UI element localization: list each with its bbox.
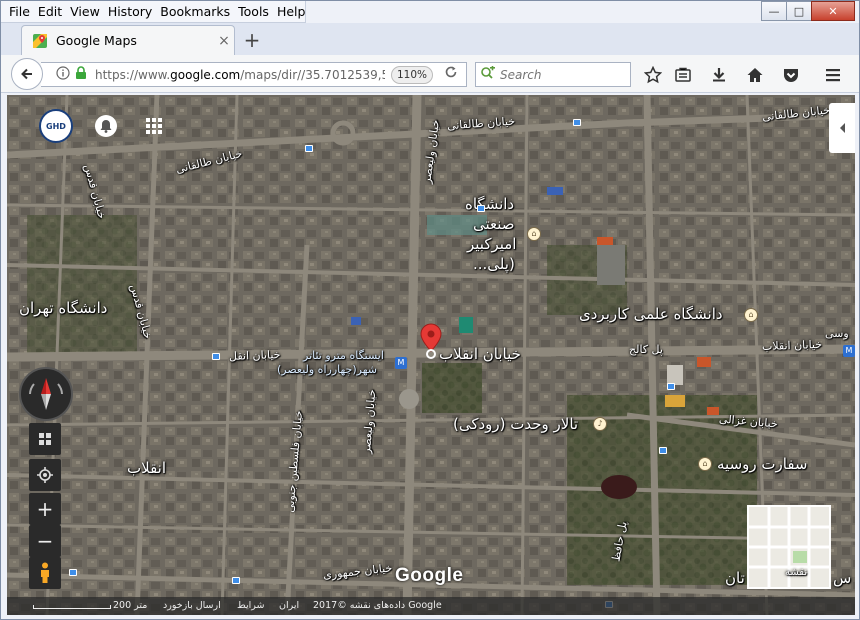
download-icon[interactable]	[707, 63, 731, 87]
terms-link[interactable]: شرایط	[237, 600, 265, 611]
map-canvas[interactable]: خیابان طالقانی خیابان طالقانی خیابان طال…	[7, 95, 855, 615]
info-icon[interactable]	[55, 66, 71, 83]
menu-edit[interactable]: Edit	[34, 4, 66, 19]
menu-help[interactable]: Help	[273, 4, 310, 19]
embassy-poi-icon[interactable]: ⌂	[698, 457, 712, 471]
menu-file[interactable]: File	[5, 4, 34, 19]
metro-station-icon[interactable]: M	[843, 345, 855, 357]
school-poi-icon[interactable]: ⌂	[744, 308, 758, 322]
destination-pin-icon[interactable]	[419, 323, 443, 362]
metro-station-icon[interactable]: M	[395, 357, 407, 369]
place-label-amirkabir: امیرکبیر	[467, 235, 517, 253]
menu-bookmarks[interactable]: Bookmarks	[156, 4, 234, 19]
feedback-link[interactable]: ارسال بازخورد	[163, 600, 221, 611]
place-label-metro-station: ایستگاه مترو تئاتر	[303, 349, 384, 362]
scale-bar	[33, 605, 111, 609]
new-tab-button[interactable]: +	[241, 29, 263, 51]
profile-logo[interactable]: GHD	[39, 109, 73, 143]
place-label-enghelab-district: انقلاب	[127, 459, 167, 477]
close-button[interactable]: ✕	[811, 1, 855, 21]
hamburger-menu-icon[interactable]	[821, 63, 845, 87]
tab-title: Google Maps	[56, 33, 137, 48]
minimap-label: نقشه	[785, 567, 808, 578]
url-prefix: https://www.	[95, 67, 171, 82]
place-label-russian-embassy: سفارت روسیه	[717, 455, 808, 473]
back-button[interactable]	[11, 58, 43, 90]
menu-bar: File Edit View History Bookmarks Tools H…	[1, 1, 306, 23]
bus-stop-icon[interactable]	[477, 205, 485, 212]
place-label-vahdat-hall: تالار وحدت (رودکی)	[453, 415, 579, 433]
zoom-out-button[interactable]: −	[29, 525, 61, 557]
url-text[interactable]: https://www.google.com/maps/dir//35.7012…	[95, 68, 385, 82]
bookmark-star-icon[interactable]	[641, 63, 665, 87]
zoom-level-badge[interactable]: 110%	[391, 66, 433, 84]
zoom-in-button[interactable]: +	[29, 493, 61, 525]
place-label-metro-station: شهر(چهارراه ولیعصر)	[277, 363, 377, 376]
window-controls: — □ ✕	[761, 1, 855, 21]
menu-tools[interactable]: Tools	[234, 4, 273, 19]
menu-view[interactable]: View	[66, 4, 104, 19]
address-bar[interactable]: https://www.google.com/maps/dir//35.7012…	[41, 62, 467, 87]
browser-window: File Edit View History Bookmarks Tools H…	[0, 0, 860, 620]
logo-text: GHD	[46, 121, 66, 131]
minimize-button[interactable]: —	[761, 1, 787, 21]
map-type-toggle[interactable]: نقشه	[747, 505, 831, 589]
place-label-tehran-university: دانشگاه تهران	[19, 299, 108, 317]
bus-stop-icon[interactable]	[573, 119, 581, 126]
bus-stop-icon[interactable]	[69, 569, 77, 576]
reload-icon[interactable]	[441, 65, 461, 85]
google-maps-pin-icon	[32, 33, 48, 49]
map-data-attribution: داده‌های نقشه ©2017 Google	[313, 600, 442, 611]
place-label-amirkabir: صنعتی	[473, 215, 515, 233]
street-label-tousi: وسی	[825, 327, 849, 340]
tab-close-icon[interactable]: ×	[214, 33, 234, 49]
country-label: ایران	[279, 600, 300, 611]
school-poi-icon[interactable]: ⌂	[527, 227, 541, 241]
pocket-icon[interactable]	[779, 63, 803, 87]
bus-stop-icon[interactable]	[667, 383, 675, 390]
map-footer: 200 متر ارسال بازخورد شرایط ایران داده‌ه…	[7, 597, 855, 615]
street-label-enghelab-east: خیابان انقلاب	[761, 337, 823, 354]
place-label-partial: تان	[725, 569, 745, 587]
home-icon[interactable]	[743, 63, 767, 87]
menu-history[interactable]: History	[104, 4, 156, 19]
maximize-button[interactable]: □	[786, 1, 812, 21]
search-input[interactable]	[500, 67, 620, 82]
street-label-pol-kalej: پل کالج	[629, 343, 663, 356]
url-path: /maps/dir//35.7012539,51	[240, 67, 385, 82]
bus-stop-icon[interactable]	[232, 577, 240, 584]
place-label-elmi-karbordi: دانشگاه علمی کاربردی	[579, 305, 723, 323]
street-label-enghelab: خیابان انقلاب	[439, 345, 521, 363]
scale-label: 200 متر	[113, 600, 148, 611]
google-logo: Google	[395, 565, 464, 586]
bus-stop-icon[interactable]	[212, 353, 220, 360]
tab-google-maps[interactable]: Google Maps ×	[21, 25, 235, 55]
pegman-icon[interactable]	[29, 557, 61, 589]
collapse-panel-button[interactable]	[829, 103, 855, 153]
street-label-enghelab-west: خیابان انقل	[228, 348, 281, 363]
place-label-amirkabir: (پلی...	[473, 255, 515, 273]
lock-icon	[75, 66, 89, 83]
theater-poi-icon[interactable]: ♪	[593, 417, 607, 431]
compass-icon[interactable]	[19, 367, 73, 421]
bus-stop-icon[interactable]	[659, 447, 667, 454]
tab-strip: Google Maps × +	[1, 23, 859, 55]
place-label-partial: س	[833, 569, 852, 587]
url-domain: google.com	[170, 67, 241, 82]
bus-stop-icon[interactable]	[305, 145, 313, 152]
layers-grid-icon[interactable]	[29, 423, 61, 455]
search-icon	[480, 65, 496, 83]
place-label-amirkabir: دانشگاه	[465, 195, 515, 213]
my-location-icon[interactable]	[29, 459, 61, 491]
navigation-toolbar: https://www.google.com/maps/dir//35.7012…	[1, 55, 859, 93]
search-box[interactable]	[475, 62, 631, 87]
notifications-bell-icon[interactable]	[95, 115, 117, 137]
reading-list-icon[interactable]	[671, 63, 695, 87]
apps-grid-icon[interactable]	[145, 117, 163, 135]
